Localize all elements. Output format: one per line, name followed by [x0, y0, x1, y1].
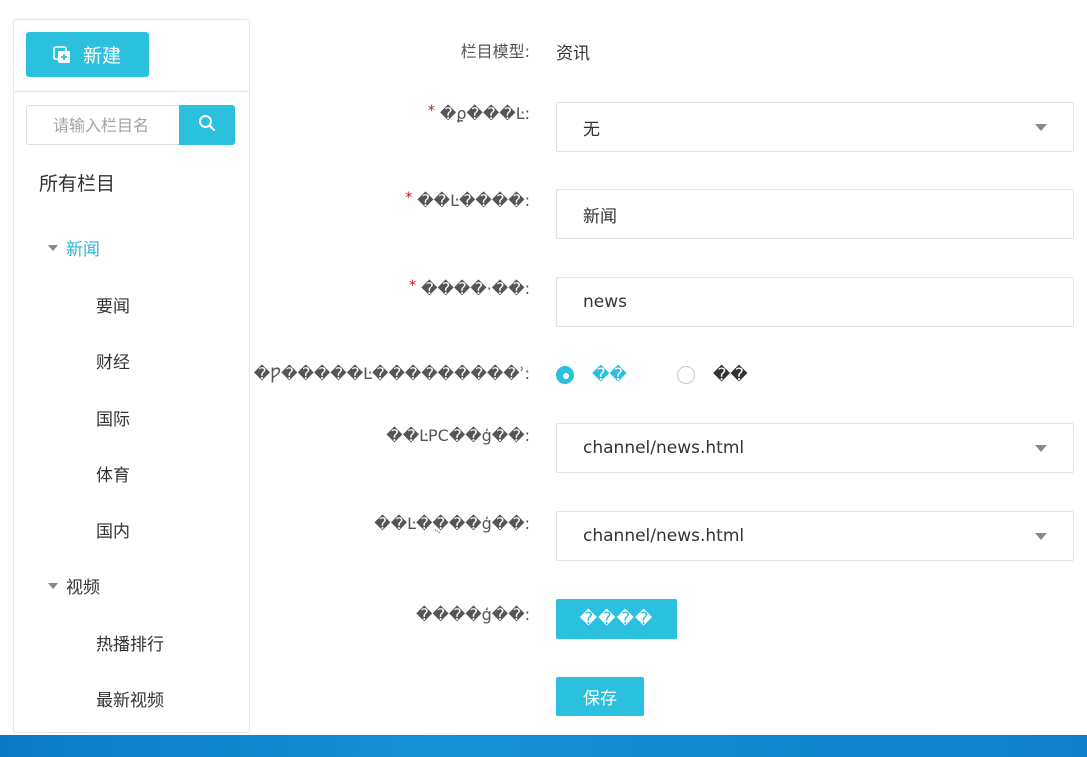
required-mark: *: [405, 190, 413, 206]
dropdown-arrow-icon: [1035, 124, 1047, 131]
path-label: * ����·��:: [409, 278, 530, 298]
radio-checked-icon: [556, 366, 574, 384]
parent-select[interactable]: 无: [556, 102, 1074, 152]
tree-item[interactable]: 财经: [96, 348, 130, 373]
pc-template-select[interactable]: channel/news.html: [556, 423, 1074, 473]
name-label-text: ��Ŀ����:: [417, 191, 530, 210]
parent-label: * �ϼ���Ŀ:: [427, 103, 530, 123]
nav-display-label: �Ƿ�����Ŀ���������ʾ:: [253, 364, 530, 383]
nav-radio-no[interactable]: ��: [676, 365, 748, 385]
mobile-template-label: ��Ŀ�ֻ���ģ��:: [374, 514, 530, 533]
new-button[interactable]: 新建: [26, 32, 149, 77]
upload-button[interactable]: ����: [556, 599, 677, 639]
pc-template-value: channel/news.html: [583, 438, 745, 458]
tree-group-label: 新闻: [66, 240, 100, 260]
parent-label-text: �ϼ���Ŀ:: [439, 104, 530, 123]
tree-root-all-columns[interactable]: 所有栏目: [39, 169, 115, 196]
parent-select-value: 无: [583, 119, 600, 140]
pc-template-label: ��ĿPC��ģ��:: [386, 426, 530, 445]
name-input[interactable]: 新闻: [556, 189, 1074, 239]
caret-down-icon: [48, 582, 58, 589]
new-button-label: 新建: [83, 45, 122, 67]
taskbar: [0, 735, 1087, 757]
radio-unchecked-icon: [676, 366, 695, 384]
tree-group-label: 视频: [66, 578, 100, 598]
tree-group-video[interactable]: 视频: [48, 573, 100, 598]
tree-group-news[interactable]: 新闻: [48, 235, 100, 260]
nav-radio-yes[interactable]: ��: [556, 365, 627, 385]
tree-item[interactable]: 体育: [96, 461, 130, 486]
model-value: 资讯: [556, 44, 590, 64]
mobile-template-value: channel/news.html: [583, 526, 745, 546]
path-label-text: ����·��:: [421, 279, 530, 298]
name-label: * ��Ŀ����:: [405, 190, 530, 210]
search-icon: [198, 114, 216, 136]
required-mark: *: [409, 278, 417, 294]
tree-item[interactable]: 最新视频: [96, 686, 164, 711]
path-input[interactable]: news: [556, 277, 1074, 327]
dropdown-arrow-icon: [1035, 533, 1047, 540]
image-label: ����ģ��:: [416, 605, 530, 624]
sidebar: 新建 所有栏目 新闻 要闻 财经 国际 体育 国内 视频 热播排行 最新视频: [13, 19, 250, 733]
sidebar-divider: [14, 91, 249, 92]
name-input-value: 新闻: [583, 206, 617, 227]
mobile-template-select[interactable]: channel/news.html: [556, 511, 1074, 561]
tree-item[interactable]: 国内: [96, 517, 130, 542]
tree-item[interactable]: 国际: [96, 405, 130, 430]
caret-down-icon: [48, 244, 58, 251]
nav-display-radio-group: �� ��: [556, 363, 748, 387]
tree-item[interactable]: 热播排行: [96, 630, 164, 655]
radio-label: ��: [712, 365, 748, 385]
dropdown-arrow-icon: [1035, 445, 1047, 452]
model-label: 栏目模型:: [460, 42, 530, 61]
search-button[interactable]: [179, 105, 235, 145]
radio-label: ��: [592, 365, 627, 385]
column-search-input[interactable]: [26, 105, 179, 145]
path-input-value: news: [583, 292, 627, 312]
required-mark: *: [427, 103, 435, 119]
save-button[interactable]: 保存: [556, 677, 644, 716]
tree-item[interactable]: 要闻: [96, 292, 130, 317]
app-window: 新建 所有栏目 新闻 要闻 财经 国际 体育 国内 视频 热播排行 最新视频: [0, 0, 1087, 757]
add-icon: [53, 45, 71, 64]
